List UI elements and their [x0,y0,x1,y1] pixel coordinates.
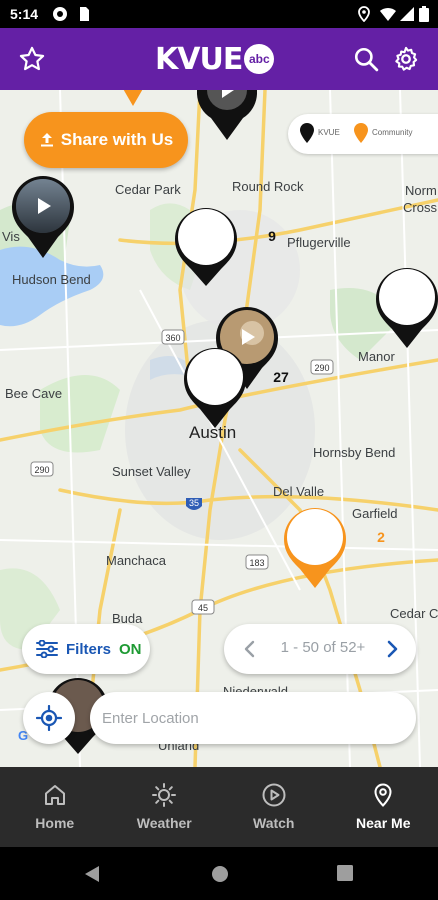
location-status-icon [358,6,370,22]
count-pin-label: 9 [268,228,276,244]
app-bar: KVUE abc [0,28,438,90]
nav-item-near-me[interactable]: Near Me [329,767,438,847]
crosshair-location-icon [36,705,62,731]
route-shield-label: 360 [165,333,180,343]
video-pin[interactable] [195,90,259,142]
map-place-label: Manchaca [106,553,166,568]
filters-label: Filters [66,640,112,658]
route-shield: 183 [245,554,269,570]
route-shield: 45 [191,599,215,615]
count-pin[interactable]: 27 [182,346,289,430]
count-pin[interactable]: 2 [374,266,438,350]
count-pin[interactable]: 9 [173,206,276,288]
route-shield-label: 290 [34,465,49,475]
back-triangle-icon[interactable] [84,865,100,883]
home-circle-icon[interactable] [211,865,229,883]
route-shield-label: 35 [189,498,199,508]
filters-button[interactable]: Filters ON [22,624,150,674]
kvue-pin-legend-icon [300,123,314,143]
nav-label-near-me: Near Me [356,815,411,831]
kvue-logo: KVUE abc [155,38,275,80]
sd-card-icon [80,7,89,21]
filter-sliders-icon [36,640,58,658]
notification-app-icon [53,7,67,21]
nav-label-watch: Watch [253,815,295,831]
sun-icon [152,783,177,807]
video-pin[interactable] [10,174,76,260]
nav-label-home: Home [35,815,75,831]
map-place-label: Garfield [352,506,398,521]
map-place-label: Cross [403,200,437,215]
home-icon [44,785,65,805]
count-pin-marker [284,508,346,588]
abc-badge: abc [244,44,275,74]
route-shield-label: 290 [314,363,329,373]
map-place-label: Cedar C [390,606,438,621]
status-bar: 5:14 [0,0,438,28]
cell-signal-icon [400,7,414,21]
upload-icon [40,133,53,147]
wifi-icon [380,7,396,21]
nav-item-watch[interactable]: Watch [219,767,329,847]
map-place-label: Round Rock [232,179,304,194]
map-place-label: Manor [358,349,395,364]
battery-icon [419,6,429,22]
chevron-right-icon[interactable] [380,636,404,662]
community-pin-legend-icon [354,123,368,143]
system-navigation-bar [0,847,438,900]
share-with-us-button[interactable]: Share with Us [24,112,188,168]
community-pin[interactable] [118,90,148,108]
my-location-button[interactable] [23,692,75,744]
map-place-label: Hornsby Bend [313,445,396,460]
map-place-label: Bee Cave [5,386,63,401]
map-place-label: Norm [405,183,437,198]
favorite-star-icon[interactable] [18,45,46,73]
count-pin-marker [184,348,246,428]
legend-community-label: Community [372,128,413,137]
settings-gear-icon[interactable] [392,45,420,73]
map-place-label: Hudson Bend [12,272,91,287]
enter-location-input[interactable] [90,692,416,744]
filters-state: ON [119,640,142,658]
route-shield-label: 183 [249,558,264,568]
recents-square-icon[interactable] [337,865,353,881]
route-shield: 360 [161,329,185,345]
count-pin-marker [175,208,237,286]
map-view[interactable]: 360 290 290 35 183 45 Cedar Park Round R… [0,90,438,767]
route-shield-label: 45 [198,603,208,613]
chevron-left-icon[interactable] [238,636,262,662]
status-time: 5:14 [10,6,39,22]
nav-item-weather[interactable]: Weather [110,767,220,847]
map-place-label: Cedar Park [115,182,181,197]
share-button-label: Share with Us [60,130,174,149]
route-shield: 290 [30,461,54,477]
play-circle-icon [262,783,286,807]
count-pin-marker [376,268,438,348]
bottom-navigation: Home Weather Watch Near Me [0,767,438,847]
results-pager: 1 - 50 of 52+ [224,624,416,674]
count-pin-label: 2 [377,529,385,545]
logo-wordmark: KVUE [155,41,243,77]
nav-label-weather: Weather [136,815,192,831]
pager-range: 1 - 50 of 52+ [280,639,366,656]
nav-item-home[interactable]: Home [0,767,110,847]
search-icon[interactable] [353,46,379,72]
legend-kvue-label: KVUE [318,128,340,137]
map-legend: KVUE Community [288,114,438,154]
location-pin-icon [374,783,392,807]
map-place-label: Del Valle [273,484,325,499]
community-count-pin[interactable]: 2 [282,506,385,590]
count-pin-label: 27 [273,369,289,385]
route-shield: 290 [310,359,334,375]
map-place-label: Sunset Valley [112,464,191,479]
